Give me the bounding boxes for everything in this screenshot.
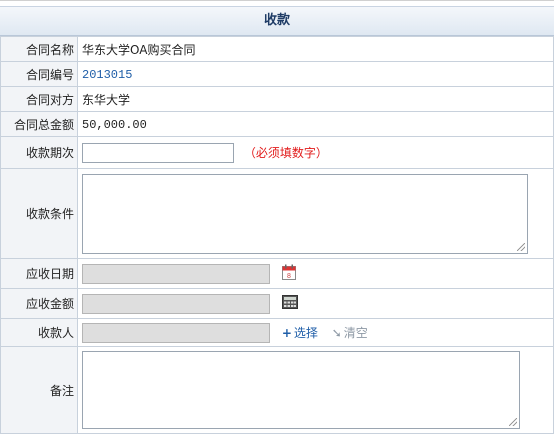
row-installment: 收款期次 （必须填数字） (0, 136, 554, 169)
value-total-amount: 50,000.00 (82, 117, 147, 132)
resize-grip-icon[interactable] (517, 242, 525, 251)
clear-payee-label: 清空 (343, 326, 368, 340)
value-contract-no[interactable]: 2013015 (82, 68, 132, 82)
row-remarks: 备注 (0, 346, 554, 434)
label-counterparty: 合同对方 (0, 86, 78, 112)
label-due-amount: 应收金额 (0, 288, 78, 319)
label-total-amount: 合同总金额 (0, 111, 78, 137)
label-contract-no: 合同编号 (0, 61, 78, 87)
row-conditions: 收款条件 (0, 168, 554, 259)
clear-icon: ➘ (331, 326, 342, 340)
label-payee: 收款人 (0, 318, 78, 347)
row-contract-name: 合同名称 华东大学OA购买合同 (0, 36, 554, 62)
row-payee: 收款人 + 选择 ➘ 清空 (0, 318, 554, 347)
label-conditions: 收款条件 (0, 168, 78, 259)
installment-hint: （必须填数字） (243, 146, 328, 160)
installment-input[interactable] (82, 142, 234, 163)
resize-grip-icon[interactable] (509, 418, 517, 426)
value-contract-name: 华东大学OA购买合同 (77, 36, 554, 62)
calendar-icon[interactable]: 8 (281, 264, 296, 283)
svg-text:8: 8 (287, 273, 291, 280)
calculator-icon[interactable] (281, 295, 298, 312)
select-payee-button[interactable]: + 选择 (282, 326, 318, 340)
label-installment: 收款期次 (0, 136, 78, 169)
row-due-amount: 应收金额 (0, 288, 554, 319)
due-date-input[interactable] (82, 263, 270, 284)
remarks-textarea[interactable] (82, 351, 520, 429)
payment-form-table: 合同名称 华东大学OA购买合同 合同编号 2013015 合同对方 东华大学 合… (0, 36, 554, 434)
row-total-amount: 合同总金额 50,000.00 (0, 111, 554, 137)
conditions-textarea[interactable] (82, 173, 528, 254)
payee-input[interactable] (82, 322, 270, 343)
label-due-date: 应收日期 (0, 258, 78, 289)
label-contract-name: 合同名称 (0, 36, 78, 62)
row-due-date: 应收日期 8 (0, 258, 554, 289)
value-counterparty: 东华大学 (77, 86, 554, 112)
payment-form-page: 收款 合同名称 华东大学OA购买合同 合同编号 2013015 合同对方 东华大… (0, 0, 554, 448)
label-remarks: 备注 (0, 346, 78, 434)
row-counterparty: 合同对方 东华大学 (0, 86, 554, 112)
plus-icon: + (281, 326, 292, 340)
clear-payee-button[interactable]: ➘ 清空 (332, 326, 368, 340)
form-title: 收款 (0, 6, 554, 36)
select-payee-label: 选择 (293, 326, 318, 340)
row-contract-no: 合同编号 2013015 (0, 61, 554, 87)
due-amount-input[interactable] (82, 293, 270, 314)
